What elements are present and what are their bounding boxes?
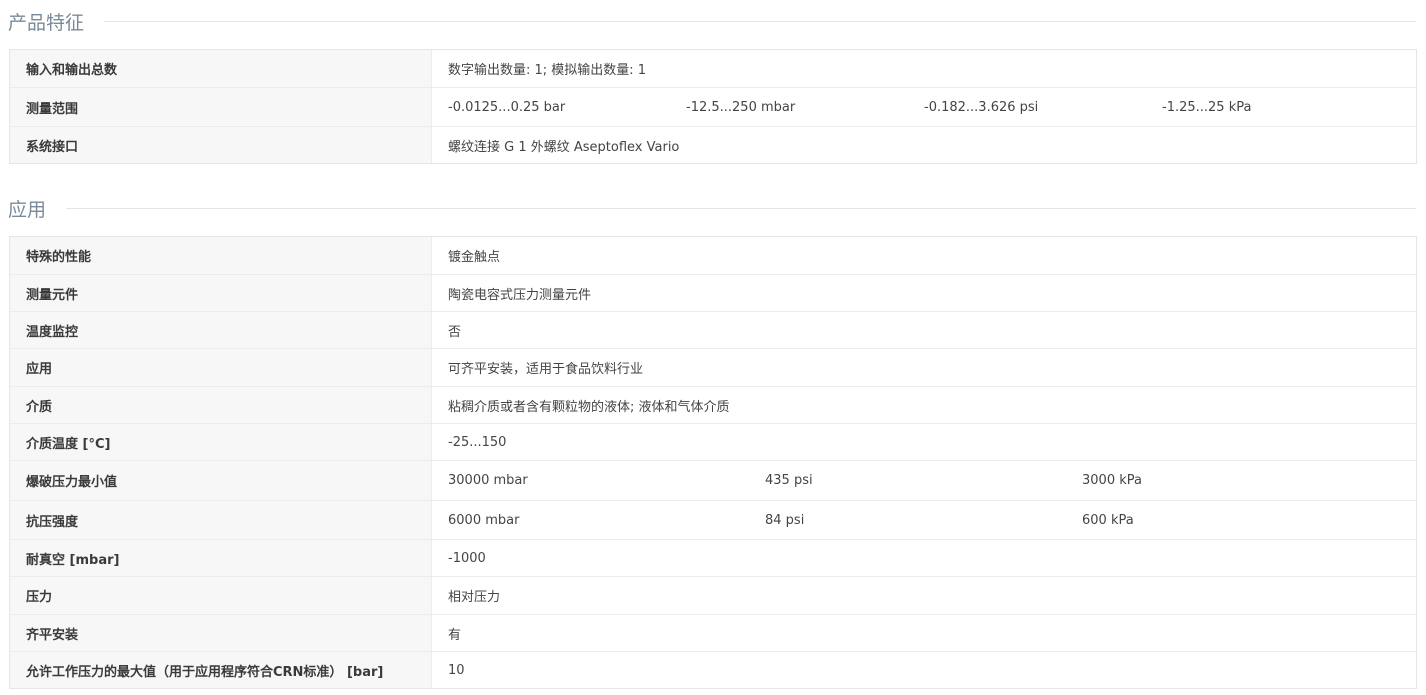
value-cell: 相对压力 xyxy=(448,590,501,605)
row-value: 镀金触点 xyxy=(432,237,1416,274)
value-cell: -0.0125...0.25 bar xyxy=(448,99,566,115)
table-row: 测量范围 -0.0125...0.25 bar -12.5...250 mbar… xyxy=(10,87,1416,126)
row-value: 螺纹连接 G 1 外螺纹 Aseptoflex Vario xyxy=(432,127,1416,163)
value-cell: -12.5...250 mbar xyxy=(686,99,796,115)
row-label: 测量范围 xyxy=(10,88,432,126)
value-cell: 10 xyxy=(448,662,465,678)
value-cell: 6000 mbar xyxy=(448,512,520,528)
row-label: 特殊的性能 xyxy=(10,237,432,274)
value-cell: 粘稠介质或者含有颗粒物的液体; 液体和气体介质 xyxy=(448,399,730,415)
table-row: 输入和输出总数 数字输出数量: 1; 模拟输出数量: 1 xyxy=(10,50,1416,87)
value-cell: 30000 mbar xyxy=(448,473,528,488)
row-value: 陶瓷电容式压力测量元件 xyxy=(432,275,1416,311)
table-row: 测量元件 陶瓷电容式压力测量元件 xyxy=(10,274,1416,311)
row-label: 耐真空 [mbar] xyxy=(10,540,432,576)
value-cell: 3000 kPa xyxy=(1082,473,1142,488)
value-cell: -0.182...3.626 psi xyxy=(924,99,1039,115)
row-value: 数字输出数量: 1; 模拟输出数量: 1 xyxy=(432,50,1416,87)
value-cell: 84 psi xyxy=(765,512,805,528)
section-header-application: 应用 xyxy=(8,193,1416,223)
table-row: 介质 粘稠介质或者含有颗粒物的液体; 液体和气体介质 xyxy=(10,386,1416,423)
table-row: 爆破压力最小值 30000 mbar 435 psi 3000 kPa xyxy=(10,460,1416,500)
row-label: 系统接口 xyxy=(10,127,432,163)
value-cell: 有 xyxy=(448,627,462,643)
value-cell: 可齐平安装，适用于食品饮料行业 xyxy=(448,362,644,377)
row-value: -25...150 xyxy=(432,424,1416,460)
value-cell: 数字输出数量: 1; 模拟输出数量: 1 xyxy=(448,63,647,78)
table-row: 压力 相对压力 xyxy=(10,576,1416,614)
table-row: 抗压强度 6000 mbar 84 psi 600 kPa xyxy=(10,500,1416,539)
value-cell: 螺纹连接 G 1 外螺纹 Aseptoflex Vario xyxy=(448,139,680,155)
row-value: 可齐平安装，适用于食品饮料行业 xyxy=(432,349,1416,386)
row-value: 否 xyxy=(432,312,1416,348)
value-cell: 435 psi xyxy=(765,473,813,488)
row-label: 应用 xyxy=(10,349,432,386)
value-cell: 镀金触点 xyxy=(448,250,501,265)
value-cell: -1000 xyxy=(448,550,486,566)
row-value: 相对压力 xyxy=(432,577,1416,614)
value-cell: -25...150 xyxy=(448,434,507,450)
row-label: 爆破压力最小值 xyxy=(10,461,432,500)
row-label: 介质 xyxy=(10,387,432,423)
table-row: 介质温度 [°C] -25...150 xyxy=(10,423,1416,460)
spec-table-product-features: 输入和输出总数 数字输出数量: 1; 模拟输出数量: 1 测量范围 -0.012… xyxy=(9,49,1417,164)
section-title: 产品特征 xyxy=(8,11,85,34)
table-row: 齐平安装 有 xyxy=(10,614,1416,651)
row-value: 有 xyxy=(432,615,1416,651)
spec-table-application: 特殊的性能 镀金触点 测量元件 陶瓷电容式压力测量元件 温度监控 否 应用 可齐… xyxy=(9,236,1417,689)
row-value: 30000 mbar 435 psi 3000 kPa xyxy=(432,461,1416,500)
table-row: 系统接口 螺纹连接 G 1 外螺纹 Aseptoflex Vario xyxy=(10,126,1416,163)
table-row: 特殊的性能 镀金触点 xyxy=(10,237,1416,274)
section-title: 应用 xyxy=(8,198,47,221)
row-value: -1000 xyxy=(432,540,1416,576)
row-label: 输入和输出总数 xyxy=(10,50,432,87)
row-value: 粘稠介质或者含有颗粒物的液体; 液体和气体介质 xyxy=(432,387,1416,423)
row-label: 测量元件 xyxy=(10,275,432,311)
table-row: 允许工作压力的最大值（用于应用程序符合CRN标准） [bar] 10 xyxy=(10,651,1416,688)
row-label: 允许工作压力的最大值（用于应用程序符合CRN标准） [bar] xyxy=(10,652,432,688)
table-row: 温度监控 否 xyxy=(10,311,1416,348)
row-label: 压力 xyxy=(10,577,432,614)
row-value: -0.0125...0.25 bar -12.5...250 mbar -0.1… xyxy=(432,88,1416,126)
row-value: 10 xyxy=(432,652,1416,688)
table-row: 耐真空 [mbar] -1000 xyxy=(10,539,1416,576)
row-label: 介质温度 [°C] xyxy=(10,424,432,460)
value-cell: 600 kPa xyxy=(1082,512,1134,528)
section-divider xyxy=(104,20,1416,22)
value-cell: 否 xyxy=(448,324,462,340)
row-label: 齐平安装 xyxy=(10,615,432,651)
section-header-product-features: 产品特征 xyxy=(8,6,1416,36)
table-row: 应用 可齐平安装，适用于食品饮料行业 xyxy=(10,348,1416,386)
row-label: 抗压强度 xyxy=(10,501,432,539)
value-cell: -1.25...25 kPa xyxy=(1162,99,1252,115)
row-value: 6000 mbar 84 psi 600 kPa xyxy=(432,501,1416,539)
row-label: 温度监控 xyxy=(10,312,432,348)
value-cell: 陶瓷电容式压力测量元件 xyxy=(448,287,592,303)
section-divider xyxy=(66,207,1416,209)
